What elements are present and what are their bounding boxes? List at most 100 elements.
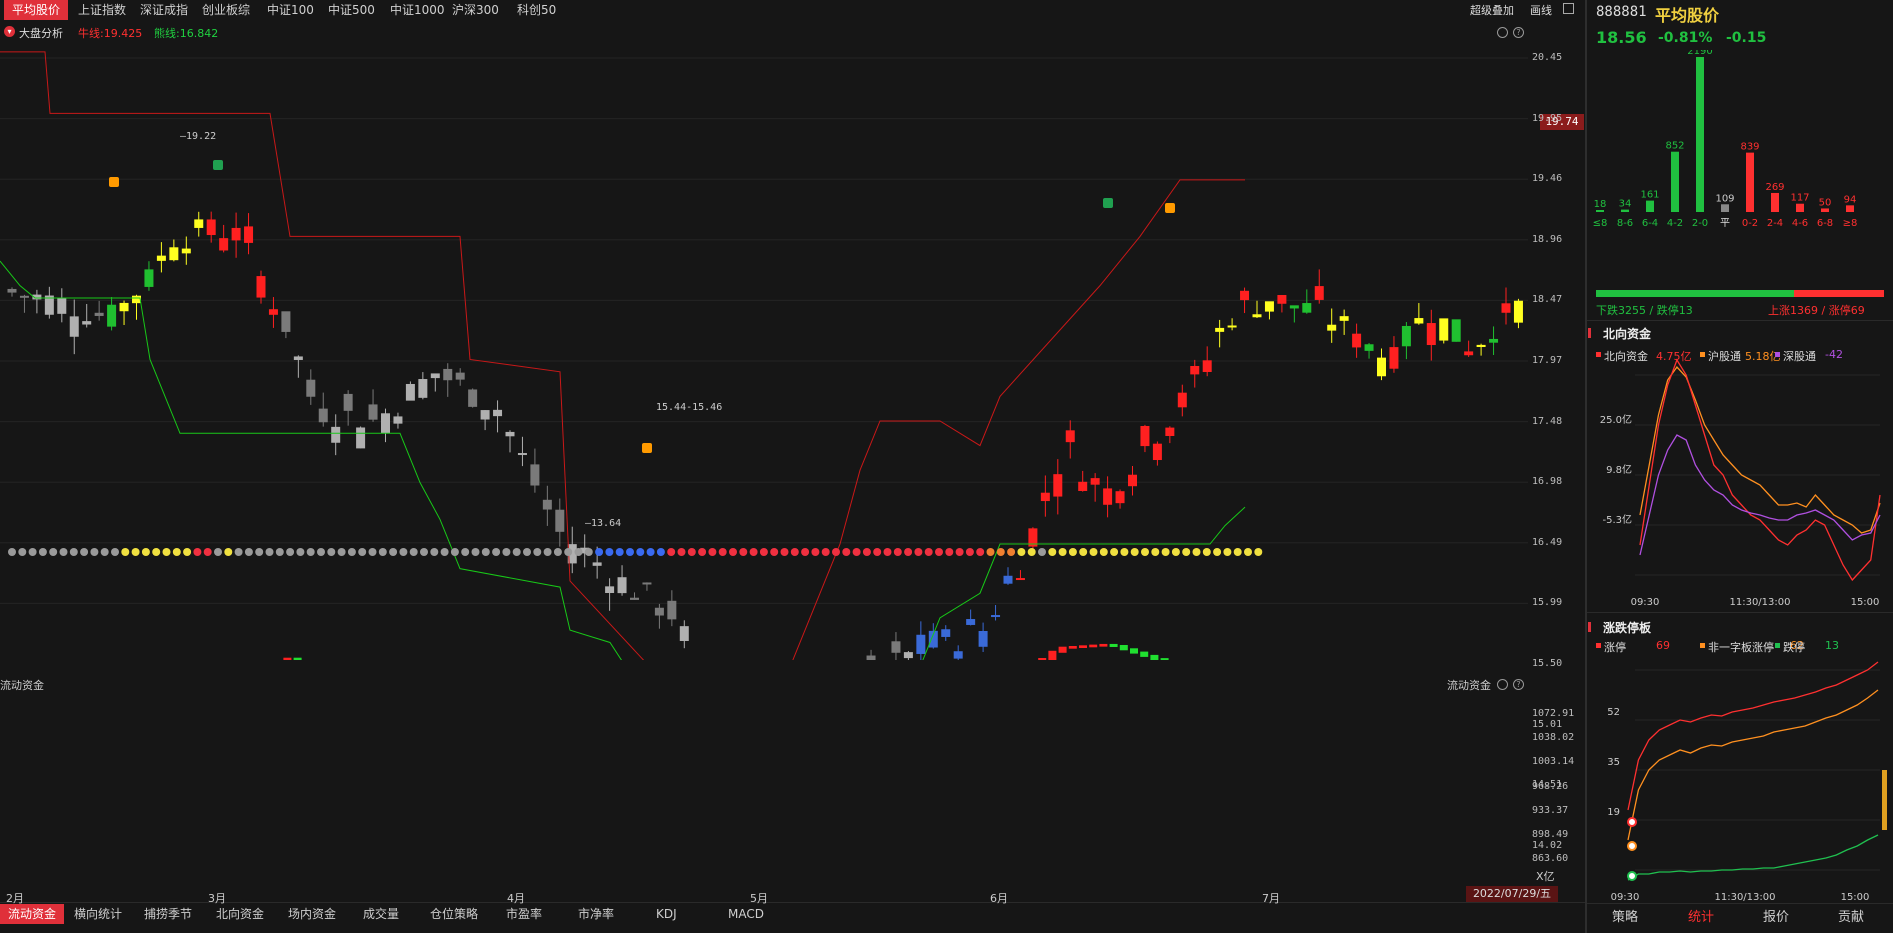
- limit-y-tick: 35: [1607, 757, 1620, 768]
- candle-body: [642, 582, 652, 585]
- super-overlay-button[interactable]: 超级叠加: [1470, 2, 1514, 18]
- scrollbar: [1882, 770, 1887, 830]
- distribution-value: 161: [1640, 190, 1659, 201]
- flow-bar: [1038, 658, 1047, 660]
- status-dot: [759, 548, 768, 556]
- candle-body: [1451, 319, 1461, 342]
- buy-signal-icon: [1165, 203, 1175, 213]
- help-icon[interactable]: ?: [1513, 679, 1524, 690]
- status-dot: [203, 548, 212, 556]
- status-dot: [1171, 548, 1180, 556]
- candle-body: [144, 269, 154, 287]
- distribution-label: 2-0: [1692, 218, 1708, 229]
- limit-x-tick: 09:30: [1611, 892, 1640, 903]
- quote-change: -0.15: [1726, 30, 1767, 46]
- settings-icon[interactable]: [1497, 679, 1508, 690]
- candle-body: [1053, 474, 1063, 497]
- candle-body: [978, 630, 988, 647]
- legend-swatch: [1775, 643, 1780, 648]
- candle-body: [555, 509, 565, 532]
- bottom-tab-1[interactable]: 横向统计: [66, 904, 130, 924]
- bottom-tab-7[interactable]: 市盈率: [498, 904, 550, 924]
- candle-body: [916, 634, 926, 654]
- tab-6[interactable]: 中证1000: [382, 0, 453, 20]
- status-dot: [883, 548, 892, 556]
- down-ratio-bar: [1596, 290, 1794, 297]
- tab-7[interactable]: 沪深300: [444, 0, 507, 20]
- bottom-tab-4[interactable]: 场内资金: [280, 904, 344, 924]
- candle-body: [7, 288, 17, 293]
- candle-body: [19, 295, 29, 298]
- candle-body: [468, 389, 478, 407]
- bottom-tab-10[interactable]: MACD: [720, 904, 772, 924]
- status-dot: [69, 548, 78, 556]
- bottom-tab-6[interactable]: 仓位策略: [422, 904, 486, 924]
- candle-body: [1352, 333, 1362, 348]
- status-dot: [234, 548, 243, 556]
- candle-body: [343, 393, 353, 411]
- flow-bar: [1130, 648, 1138, 654]
- status-dot: [1141, 548, 1149, 556]
- status-dot: [595, 548, 604, 556]
- distribution-label: ≤8: [1593, 218, 1608, 229]
- status-dot: [512, 548, 521, 556]
- right-tab-0[interactable]: 策略: [1612, 906, 1638, 925]
- status-dot: [677, 548, 686, 556]
- candle-body: [891, 641, 901, 653]
- bottom-tab-9[interactable]: KDJ: [648, 904, 685, 924]
- right-tab-3[interactable]: 贡献: [1838, 906, 1864, 925]
- bottom-tab-5[interactable]: 成交量: [355, 904, 407, 924]
- settings-icon[interactable]: [1497, 27, 1508, 38]
- candlestick-chart[interactable]: —19.22 —13.64 15.44-15.46: [0, 40, 1588, 660]
- quote-price: 18.56: [1596, 28, 1647, 47]
- tab-3[interactable]: 创业板综: [194, 0, 258, 20]
- bottom-tab-2[interactable]: 捕捞季节: [136, 904, 200, 924]
- distribution-label: 4-6: [1792, 218, 1808, 229]
- status-dot: [1254, 548, 1263, 556]
- status-dot: [38, 548, 47, 556]
- distribution-value: 94: [1844, 194, 1857, 205]
- legend-swatch: [1700, 643, 1705, 648]
- draw-line-button[interactable]: 画线: [1530, 2, 1552, 18]
- limit-x-tick: 15:00: [1841, 892, 1870, 903]
- candle-body: [941, 629, 951, 637]
- bottom-tab-0[interactable]: 流动资金: [0, 904, 65, 924]
- candle-body: [1439, 318, 1449, 341]
- candle-body: [1389, 347, 1399, 369]
- tab-4[interactable]: 中证100: [259, 0, 322, 20]
- flow-tick: 933.37: [1532, 804, 1569, 816]
- candle-body: [1501, 303, 1511, 313]
- status-dot: [965, 548, 974, 556]
- tab-2[interactable]: 深证成指: [132, 0, 196, 20]
- tab-5[interactable]: 中证500: [320, 0, 383, 20]
- status-dot: [49, 548, 58, 556]
- status-dot: [893, 548, 902, 556]
- right-tab-1[interactable]: 统计: [1688, 906, 1714, 925]
- candle-body: [667, 600, 677, 620]
- distribution-bar: [1696, 57, 1704, 212]
- right-tab-2[interactable]: 报价: [1763, 906, 1789, 925]
- flow-bar: [1119, 644, 1128, 651]
- flow-bar: [1150, 654, 1159, 660]
- candle-body: [542, 499, 552, 510]
- buy-signal-icon: [109, 177, 119, 187]
- candle-body: [505, 431, 515, 437]
- help-icon[interactable]: ?: [1513, 27, 1524, 38]
- price-tick: 15.50: [1532, 658, 1563, 669]
- candle-body: [82, 321, 92, 325]
- tab-8[interactable]: 科创50: [509, 0, 564, 20]
- north-x-tick: 09:30: [1631, 597, 1660, 608]
- chevron-down-icon[interactable]: ▾: [4, 26, 15, 37]
- bottom-tab-3[interactable]: 北向资金: [208, 904, 272, 924]
- status-dot: [708, 548, 717, 556]
- tab-1[interactable]: 上证指数: [70, 0, 134, 20]
- tab-0[interactable]: 平均股价: [4, 0, 69, 20]
- candle-body: [306, 379, 316, 397]
- bottom-tab-8[interactable]: 市净率: [570, 904, 622, 924]
- candle-body: [1327, 324, 1337, 331]
- layout-grid-icon[interactable]: [1563, 3, 1574, 14]
- status-dot: [121, 548, 130, 556]
- status-dot: [347, 548, 356, 556]
- candle-body: [1028, 528, 1038, 547]
- status-dot: [28, 548, 37, 556]
